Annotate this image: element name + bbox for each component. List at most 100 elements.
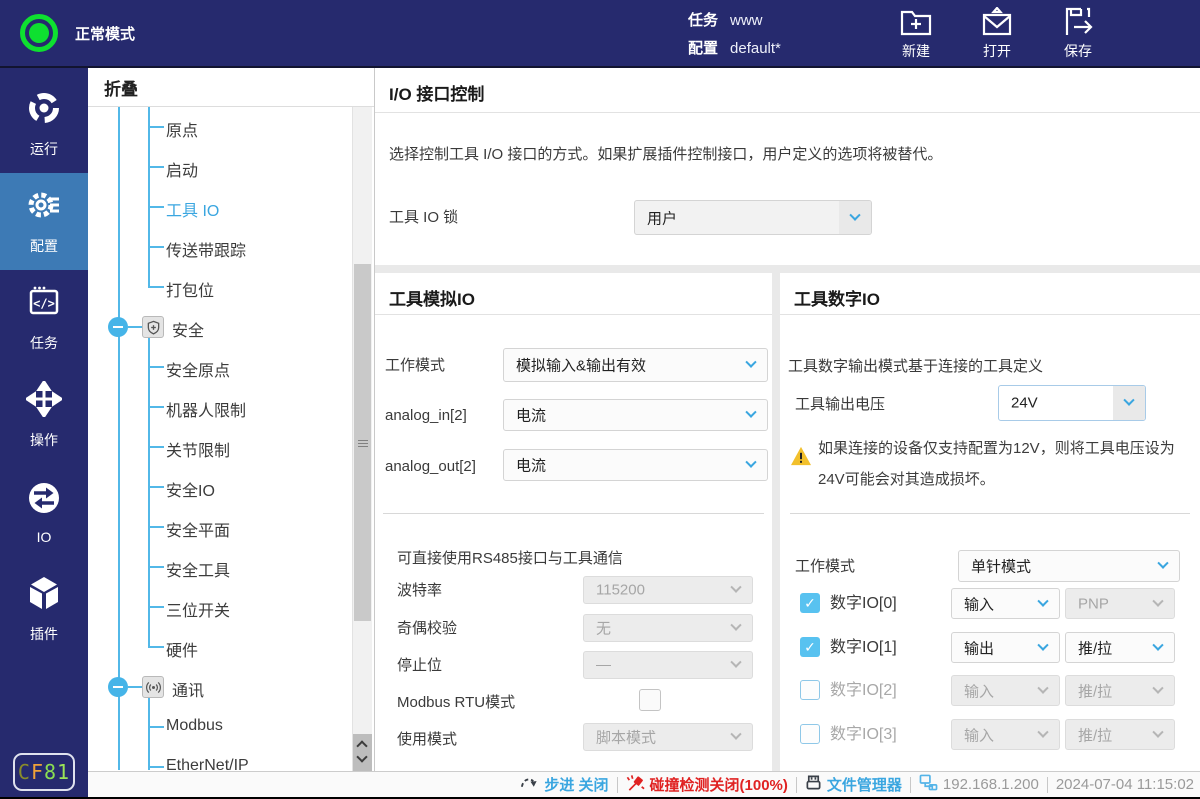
shield-plus-icon xyxy=(142,316,164,338)
status-bar: 步进 关闭 碰撞检测关闭(100%) 文件管理器 xyxy=(88,771,1200,797)
baud-rate-label: 波特率 xyxy=(397,581,442,601)
tree-item-ethernet-ip[interactable]: EtherNet/IP xyxy=(88,747,374,770)
tool-digital-io-panel: 工具数字IO 工具数字输出模式基于连接的工具定义 工具输出电压 24V 如果连接… xyxy=(780,273,1200,771)
section-description: 选择控制工具 I/O 接口的方式。如果扩展插件控制接口，用户定义的选项将被替代。 xyxy=(389,143,942,164)
svg-text:</>: </> xyxy=(33,297,55,311)
chevron-down-icon xyxy=(735,400,767,430)
voltage-warning-text: 如果连接的设备仅支持配置为12V，则将工具电压设为24V可能会对其造成损坏。 xyxy=(818,433,1200,495)
gear-icon xyxy=(26,187,62,228)
mode-indicator[interactable]: 正常模式 xyxy=(20,14,135,52)
io-lock-select[interactable]: 用户 xyxy=(634,200,872,235)
warning-triangle-icon xyxy=(790,446,812,471)
config-tree: 原点启动工具 IO传送带跟踪打包位安全安全原点机器人限制关节限制安全IO安全平面… xyxy=(88,107,374,770)
sidebar-item-operate[interactable]: 操作 xyxy=(0,367,88,464)
sidebar-item-plugin[interactable]: 插件 xyxy=(0,561,88,658)
io-swap-icon xyxy=(26,480,62,521)
collapse-all-button[interactable]: 折叠 xyxy=(88,68,374,107)
tree-item-hardware[interactable]: 硬件 xyxy=(88,627,374,667)
chevron-down-icon xyxy=(1147,551,1179,581)
task-label: 任务 xyxy=(688,7,718,35)
digital-io-1-direction-select[interactable]: 输出 xyxy=(951,632,1060,663)
collision-detection-status[interactable]: 碰撞检测关闭(100%) xyxy=(626,774,788,796)
open-button[interactable]: 打开 xyxy=(967,7,1027,61)
collapse-toggle-icon[interactable] xyxy=(108,317,128,337)
digital-io-row-2: 数字IO[2]输入推/拉 xyxy=(780,675,1200,706)
chevron-down-icon xyxy=(1027,676,1059,705)
step-mode-status[interactable]: 步进 关闭 xyxy=(520,774,608,795)
tree-item-safety-io[interactable]: 安全IO xyxy=(88,467,374,507)
chevron-down-icon xyxy=(839,201,871,234)
mode-label: 正常模式 xyxy=(75,23,135,44)
digital-io-3-checkbox[interactable] xyxy=(800,724,820,744)
digital-io-3-direction-select: 输入 xyxy=(951,719,1060,750)
modbus-rtu-checkbox[interactable] xyxy=(639,689,661,711)
sidebar-item-io[interactable]: IO xyxy=(0,464,88,561)
digital-work-mode-label: 工作模式 xyxy=(795,557,855,577)
digital-io-1-checkbox[interactable]: ✓ xyxy=(800,637,820,657)
digital-io-2-checkbox[interactable] xyxy=(800,680,820,700)
tree-item-three-position-switch[interactable]: 三位开关 xyxy=(88,587,374,627)
network-icon xyxy=(919,774,938,795)
antenna-icon xyxy=(142,676,164,698)
top-bar: 正常模式 任务 www 配置 default* 新建 打开 xyxy=(0,0,1200,68)
ip-address: 192.168.1.200 xyxy=(919,774,1039,795)
collision-icon xyxy=(626,774,645,796)
analog-in-label: analog_in[2] xyxy=(385,406,467,426)
file-manager-button[interactable]: 文件管理器 xyxy=(805,774,902,795)
chevron-down-icon xyxy=(735,450,767,480)
chevron-down-icon xyxy=(1113,386,1145,420)
tree-item-robot-limits[interactable]: 机器人限制 xyxy=(88,387,374,427)
digital-io-row-0: ✓ 数字IO[0] 输入PNP xyxy=(780,588,1200,619)
digital-work-mode-select[interactable]: 单针模式 xyxy=(958,550,1180,582)
scroll-down-button[interactable] xyxy=(356,751,367,762)
scrollbar-thumb[interactable] xyxy=(354,264,371,621)
tool-analog-io-panel: 工具模拟IO 工作模式 模拟输入&输出有效 analog_in[2] 电流 an… xyxy=(375,273,772,771)
panel-title: 工具模拟IO xyxy=(389,285,475,310)
tree-item-conveyor-tracking[interactable]: 传送带跟踪 xyxy=(88,227,374,267)
tree-item-home[interactable]: 原点 xyxy=(88,107,374,147)
digital-io-0-label: 数字IO[0] xyxy=(830,594,897,614)
digital-io-2-type-select: 推/拉 xyxy=(1065,675,1175,706)
sidebar-item-config[interactable]: 配置 xyxy=(0,173,88,270)
digital-io-0-direction-select[interactable]: 输入 xyxy=(951,588,1060,619)
digital-io-0-checkbox[interactable]: ✓ xyxy=(800,593,820,613)
digital-io-1-type-select[interactable]: 推/拉 xyxy=(1065,632,1175,663)
cube-icon xyxy=(26,575,62,616)
sidebar-item-task[interactable]: </> 任务 xyxy=(0,270,88,367)
config-tree-panel: 折叠 原点启动工具 IO传送带跟踪打包位安全安全原点机器人限制关节限制安全IO安… xyxy=(88,68,375,771)
io-lock-label: 工具 IO 锁 xyxy=(389,208,458,228)
code-window-icon: </> xyxy=(26,284,62,325)
tree-item-safety[interactable]: 安全 xyxy=(88,307,374,347)
analog-out-label: analog_out[2] xyxy=(385,457,476,477)
save-button[interactable]: 保存 xyxy=(1048,7,1108,61)
tree-scrollbar[interactable] xyxy=(352,107,372,771)
tree-item-safety-tool[interactable]: 安全工具 xyxy=(88,547,374,587)
tree-item-safety-home[interactable]: 安全原点 xyxy=(88,347,374,387)
tree-item-startup[interactable]: 启动 xyxy=(88,147,374,187)
tree-item-tool-io[interactable]: 工具 IO xyxy=(88,187,374,227)
parity-label: 奇偶校验 xyxy=(397,619,457,639)
digital-note: 工具数字输出模式基于连接的工具定义 xyxy=(788,357,1043,377)
step-arrow-icon xyxy=(520,775,539,795)
sidebar-item-run[interactable]: 运行 xyxy=(0,76,88,173)
voltage-select[interactable]: 24V xyxy=(998,385,1146,421)
task-value: www xyxy=(730,7,763,35)
tree-item-communication[interactable]: 通讯 xyxy=(88,667,374,707)
tree-item-safety-plane[interactable]: 安全平面 xyxy=(88,507,374,547)
digital-io-row-1: ✓ 数字IO[1] 输出推/拉 xyxy=(780,632,1200,663)
tree-item-modbus[interactable]: Modbus xyxy=(88,707,374,747)
analog-in-select[interactable]: 电流 xyxy=(503,399,768,431)
topbar-actions: 新建 打开 保存 xyxy=(886,7,1108,61)
digital-io-0-type-select: PNP xyxy=(1065,588,1175,619)
analog-work-mode-select[interactable]: 模拟输入&输出有效 xyxy=(503,348,768,382)
voltage-label: 工具输出电压 xyxy=(795,395,885,415)
scroll-up-button[interactable] xyxy=(356,740,367,751)
collapse-toggle-icon[interactable] xyxy=(108,677,128,697)
analog-out-select[interactable]: 电流 xyxy=(503,449,768,481)
run-target-icon xyxy=(26,90,62,131)
tree-item-pack-position[interactable]: 打包位 xyxy=(88,267,374,307)
digital-io-1-label: 数字IO[1] xyxy=(830,638,897,658)
new-button[interactable]: 新建 xyxy=(886,7,946,61)
chevron-down-icon xyxy=(1027,720,1059,749)
tree-item-joint-limits[interactable]: 关节限制 xyxy=(88,427,374,467)
